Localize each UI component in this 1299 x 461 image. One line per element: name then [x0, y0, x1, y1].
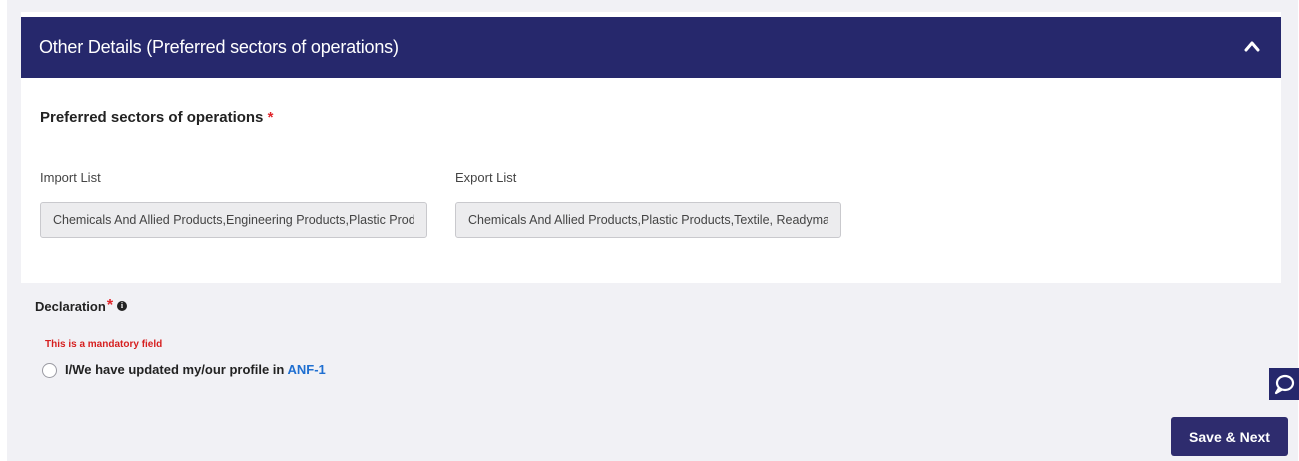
import-list-input[interactable]: [40, 202, 427, 238]
import-list-label: Import List: [40, 170, 101, 185]
export-list-label: Export List: [455, 170, 517, 185]
declaration-label-text: Declaration: [35, 298, 106, 314]
declaration-statement: I/We have updated my/our profile in ANF-…: [65, 362, 326, 377]
section-title-text: Preferred sectors of operations: [40, 109, 264, 126]
mandatory-field-error: This is a mandatory field: [45, 339, 163, 350]
other-details-card: Other Details (Preferred sectors of oper…: [21, 12, 1281, 283]
anf1-link[interactable]: ANF-1: [287, 362, 325, 377]
required-marker: *: [267, 109, 274, 126]
panel-title: Other Details (Preferred sectors of oper…: [39, 37, 399, 57]
chevron-up-icon[interactable]: [1244, 39, 1260, 53]
chat-icon[interactable]: [1269, 368, 1299, 400]
save-next-button[interactable]: Save & Next: [1171, 417, 1288, 456]
section-title: Preferred sectors of operations *: [40, 109, 273, 126]
speech-bubble-icon: [1274, 374, 1295, 395]
declaration-statement-text: I/We have updated my/our profile in: [65, 362, 288, 377]
page-background: Other Details (Preferred sectors of oper…: [7, 0, 1299, 461]
export-list-input[interactable]: [455, 202, 841, 238]
panel-header-other-details[interactable]: Other Details (Preferred sectors of oper…: [21, 17, 1281, 78]
declaration-radio[interactable]: [42, 363, 57, 378]
info-icon[interactable]: i: [117, 301, 128, 311]
declaration-required-marker: *: [106, 297, 114, 314]
declaration-label: Declaration * i: [35, 297, 128, 315]
